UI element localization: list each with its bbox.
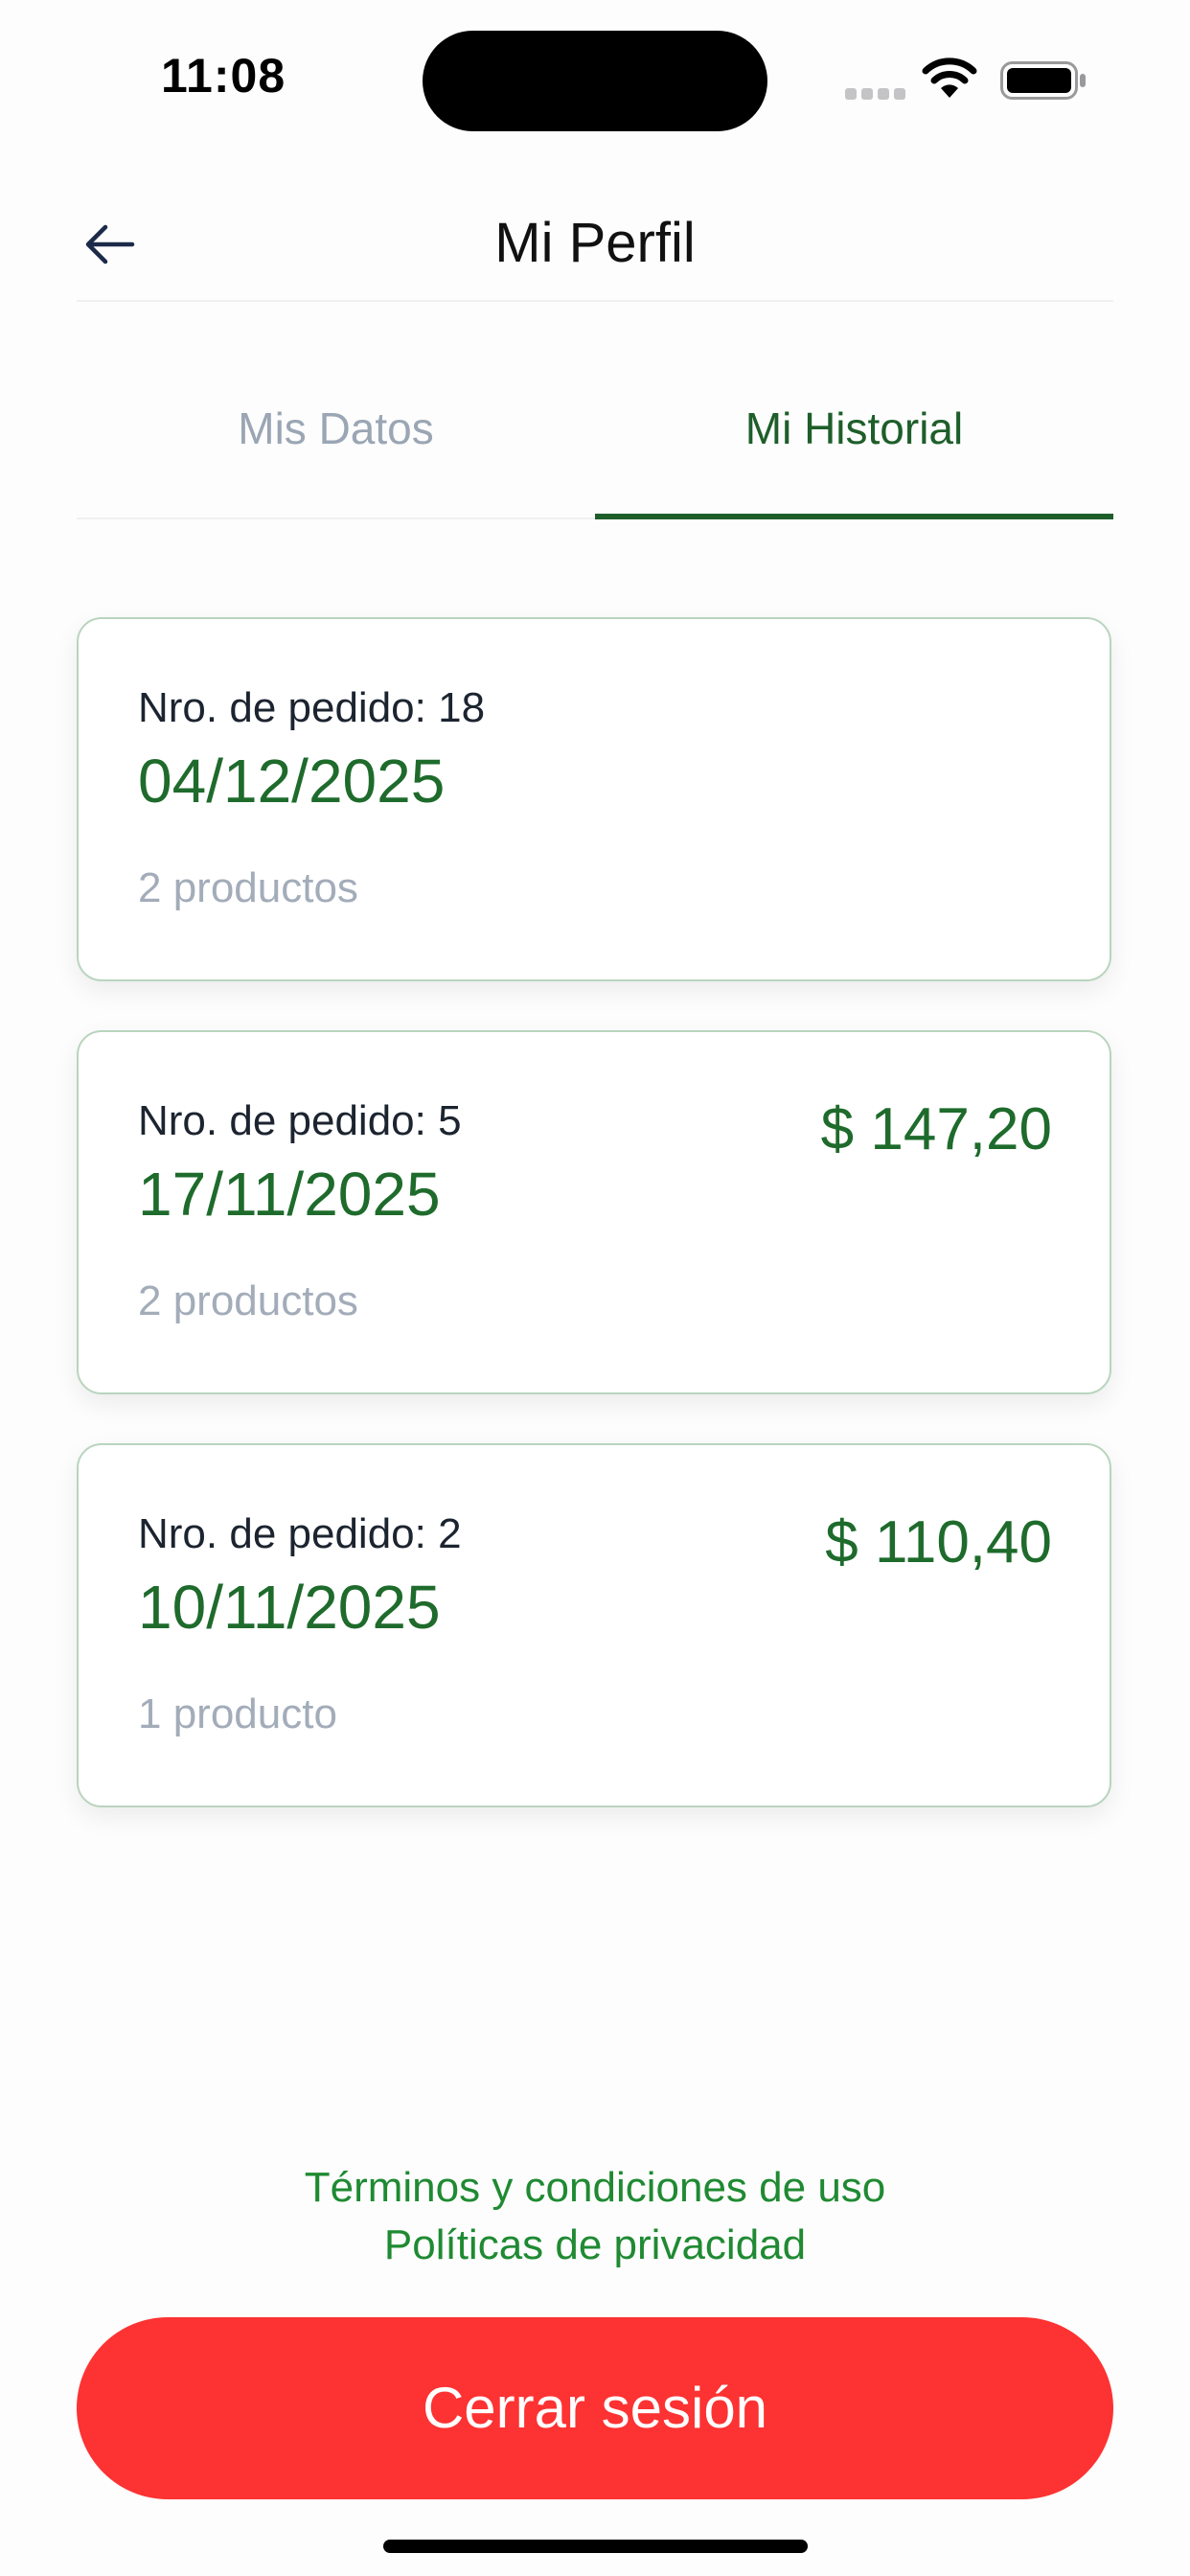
order-card[interactable]: Nro. de pedido: 18 04/12/2025 2 producto…	[77, 617, 1111, 981]
order-number: Nro. de pedido: 18	[138, 684, 486, 731]
order-date: 10/11/2025	[138, 1573, 441, 1642]
terms-link[interactable]: Términos y condiciones de uso	[0, 2164, 1190, 2212]
order-card[interactable]: Nro. de pedido: 2 10/11/2025 1 producto …	[77, 1443, 1111, 1807]
profile-screen: 11:08 Mi Perfil Mis Datos Mi Historial N…	[0, 0, 1190, 2576]
order-date: 17/11/2025	[138, 1160, 441, 1229]
order-total: $ 110,40	[825, 1509, 1052, 1576]
order-date: 04/12/2025	[138, 747, 446, 816]
cellular-signal-icon	[845, 88, 905, 100]
status-time: 11:08	[161, 49, 286, 103]
wifi-icon	[922, 58, 977, 98]
order-number: Nro. de pedido: 5	[138, 1097, 462, 1144]
page-title: Mi Perfil	[494, 212, 696, 274]
order-total: $ 147,20	[820, 1096, 1052, 1162]
header-divider	[77, 300, 1113, 302]
tab-mi-historial[interactable]: Mi Historial	[595, 402, 1113, 454]
order-number: Nro. de pedido: 2	[138, 1510, 462, 1557]
privacy-link[interactable]: Políticas de privacidad	[0, 2221, 1190, 2269]
home-indicator	[383, 2540, 808, 2553]
order-card[interactable]: Nro. de pedido: 5 17/11/2025 2 productos…	[77, 1030, 1111, 1394]
battery-icon	[1000, 61, 1086, 100]
dynamic-island	[423, 31, 767, 131]
tab-mis-datos[interactable]: Mis Datos	[77, 402, 595, 454]
active-tab-indicator	[595, 514, 1113, 519]
order-product-count: 1 producto	[138, 1690, 337, 1737]
order-product-count: 2 productos	[138, 864, 358, 911]
order-product-count: 2 productos	[138, 1277, 358, 1324]
logout-button[interactable]: Cerrar sesión	[77, 2317, 1113, 2499]
